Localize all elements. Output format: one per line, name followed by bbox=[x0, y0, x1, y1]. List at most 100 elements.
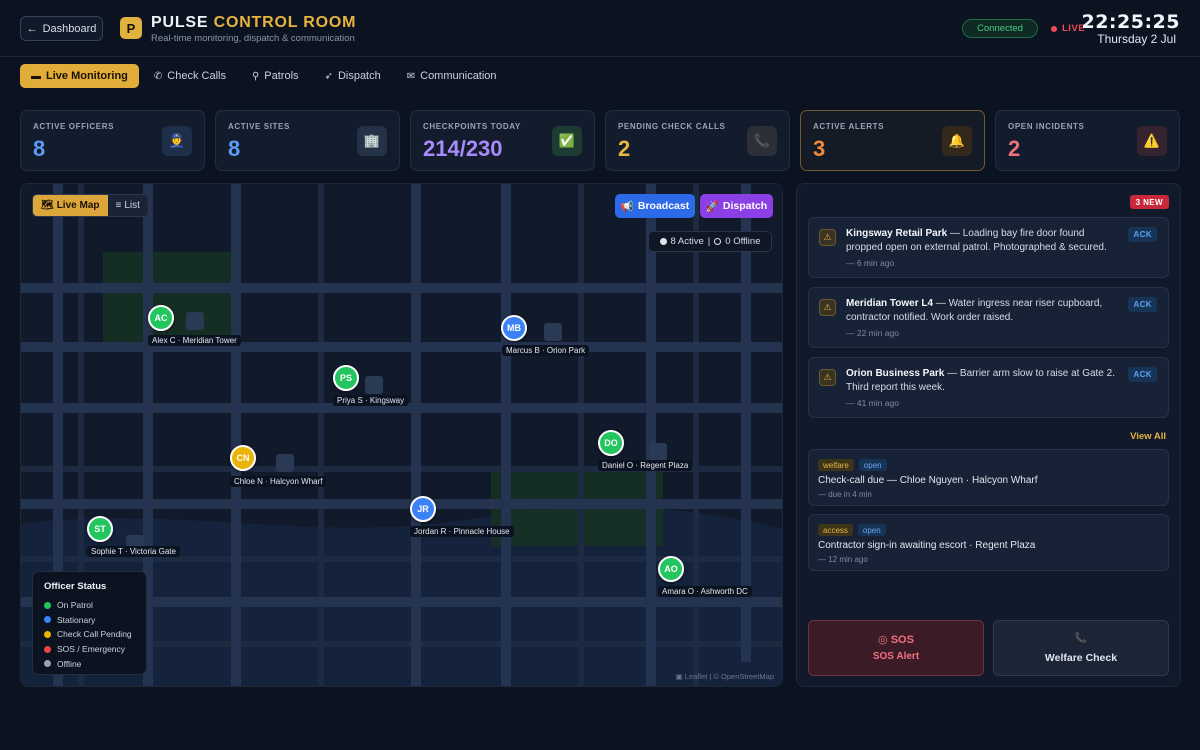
warning-icon: ⚠ bbox=[819, 369, 836, 386]
warning-icon: ⚠ bbox=[819, 299, 836, 316]
tab-patrols[interactable]: ⚲ Patrols bbox=[241, 64, 310, 88]
live-map-view-button[interactable]: 🗺 Live Map bbox=[33, 195, 108, 216]
map-attribution[interactable]: ▣ Leaflet | © OpenStreetMap bbox=[676, 672, 774, 681]
page-title: PULSE CONTROL ROOM bbox=[151, 14, 357, 31]
sos-alert-button[interactable]: ◎ SOS SOS Alert bbox=[808, 620, 984, 676]
officer-label: Daniel O · Regent Plaza bbox=[598, 460, 693, 471]
legend-item: Check Call Pending bbox=[44, 627, 135, 642]
status-tag: open bbox=[857, 524, 886, 536]
list-icon: ≡ bbox=[115, 200, 122, 211]
status-tag: open bbox=[858, 459, 887, 471]
live-indicator: LIVE bbox=[1051, 23, 1085, 34]
officer-marker-ps[interactable]: PS bbox=[333, 365, 359, 391]
monitor-icon: ▬ bbox=[31, 70, 41, 82]
main-tabs: ▬ Live Monitoring ✆ Check Calls ⚲ Patrol… bbox=[20, 64, 512, 88]
stat-active-sites[interactable]: ACTIVE SITES 8 🏢 bbox=[215, 110, 400, 171]
chat-icon: ✉ bbox=[406, 70, 416, 82]
officer-marker-ac[interactable]: AC bbox=[148, 305, 174, 331]
alerts-panel: 3 NEW ⚠ Kingsway Retail Park — Loading b… bbox=[796, 183, 1181, 687]
list-view-button[interactable]: ≡ List bbox=[108, 195, 148, 216]
officer-label: Marcus B · Orion Park bbox=[502, 345, 590, 356]
officer-marker-mb[interactable]: MB bbox=[501, 315, 527, 341]
filled-dot-icon bbox=[659, 238, 667, 245]
officer-marker-st[interactable]: ST bbox=[87, 516, 113, 542]
broadcast-button[interactable]: 📢 Broadcast bbox=[615, 194, 695, 218]
officer-label: Priya S · Kingsway bbox=[333, 395, 409, 406]
walking-icon: ⚲ bbox=[251, 70, 260, 82]
legend-item: SOS / Emergency bbox=[44, 642, 135, 657]
tab-live-monitoring[interactable]: ▬ Live Monitoring bbox=[20, 64, 139, 88]
category-tag: access bbox=[818, 524, 853, 536]
back-to-dashboard-button[interactable]: ← Dashboard bbox=[20, 16, 103, 41]
officer-label: Amara O · Ashworth DC bbox=[658, 586, 752, 597]
rocket-icon: ➶ bbox=[324, 70, 333, 82]
site-marker[interactable] bbox=[276, 454, 294, 472]
officer-marker-jr[interactable]: JR bbox=[410, 496, 436, 522]
tab-communication[interactable]: ✉ Communication bbox=[396, 64, 508, 88]
map-icon: 🗺 bbox=[41, 200, 54, 211]
clock-time: 22:25:25 bbox=[1081, 11, 1180, 33]
officer-marker-cn[interactable]: CN bbox=[230, 445, 256, 471]
page-subtitle: Real-time monitoring, dispatch & communi… bbox=[151, 33, 355, 44]
officer-marker-do[interactable]: DO bbox=[598, 430, 624, 456]
tab-check-calls[interactable]: ✆ Check Calls bbox=[143, 64, 237, 88]
stat-open-incidents[interactable]: OPEN INCIDENTS 2 ⚠️ bbox=[995, 110, 1180, 171]
back-label: Dashboard bbox=[42, 22, 97, 35]
stat-active-alerts[interactable]: ACTIVE ALERTS 3 🔔 bbox=[800, 110, 985, 171]
phone-icon: ✆ bbox=[153, 70, 163, 82]
officer-label: Chloe N · Halcyon Wharf bbox=[230, 476, 327, 487]
officer-status-legend: Officer Status On Patrol Stationary Chec… bbox=[32, 571, 147, 675]
building-icon: 🏢 bbox=[357, 126, 387, 156]
ack-button[interactable]: ACK bbox=[1128, 227, 1157, 242]
live-map[interactable]: AC Alex C · Meridian Tower MB Marcus B ·… bbox=[20, 183, 783, 687]
phone-icon: 📞 bbox=[1074, 633, 1088, 644]
stat-active-officers[interactable]: ACTIVE OFFICERS 8 👮 bbox=[20, 110, 205, 171]
site-marker[interactable] bbox=[186, 312, 204, 330]
site-marker[interactable] bbox=[365, 376, 383, 394]
ack-button[interactable]: ACK bbox=[1128, 297, 1157, 312]
officer-count-pill: 8 Active | 0 Offline bbox=[648, 231, 772, 252]
dispatch-button[interactable]: 🚀 Dispatch bbox=[700, 194, 773, 218]
officer-icon: 👮 bbox=[162, 126, 192, 156]
checkmark-icon: ✅ bbox=[552, 126, 582, 156]
live-dot-icon bbox=[1051, 25, 1057, 32]
leaflet-icon: ▣ bbox=[675, 672, 683, 681]
category-tag: welfare bbox=[818, 459, 854, 471]
officer-label: Sophie T · Victoria Gate bbox=[87, 546, 180, 557]
stat-pending-check-calls[interactable]: PENDING CHECK CALLS 2 📞 bbox=[605, 110, 790, 171]
status-dot-icon bbox=[44, 616, 51, 624]
phone-icon: 📞 bbox=[747, 126, 777, 156]
status-dot-icon bbox=[44, 630, 51, 638]
status-dot-icon bbox=[44, 645, 51, 653]
site-marker[interactable] bbox=[544, 323, 562, 341]
site-marker[interactable] bbox=[649, 443, 667, 461]
task-card[interactable]: access open Contractor sign-in awaiting … bbox=[808, 514, 1169, 571]
status-dot-icon bbox=[44, 601, 51, 609]
legend-item: Stationary bbox=[44, 613, 135, 628]
new-alerts-badge: 3 NEW bbox=[1129, 195, 1169, 209]
clock-date: Thursday 2 Jul bbox=[1097, 32, 1176, 46]
connection-status-badge: Connected bbox=[962, 19, 1038, 38]
warning-icon: ⚠ bbox=[819, 229, 836, 246]
officer-label: Jordan R · Pinnacle House bbox=[410, 526, 514, 537]
legend-item: Offline bbox=[44, 656, 135, 671]
arrow-left-icon: ← bbox=[26, 22, 38, 35]
legend-item: On Patrol bbox=[44, 598, 135, 613]
view-all-link[interactable]: View All bbox=[1130, 431, 1166, 442]
alert-card[interactable]: ⚠ Kingsway Retail Park — Loading bay fir… bbox=[808, 217, 1169, 278]
stat-checkpoints-today[interactable]: CHECKPOINTS TODAY 214/230 ✅ bbox=[410, 110, 595, 171]
welfare-check-button[interactable]: 📞 Welfare Check bbox=[993, 620, 1169, 676]
sos-icon: ◎ bbox=[878, 634, 888, 646]
logo: P bbox=[120, 17, 142, 39]
alert-card[interactable]: ⚠ Orion Business Park — Barrier arm slow… bbox=[808, 357, 1169, 418]
alert-card[interactable]: ⚠ Meridian Tower L4 — Water ingress near… bbox=[808, 287, 1169, 348]
tab-dispatch[interactable]: ➶ Dispatch bbox=[314, 64, 392, 88]
task-card[interactable]: welfare open Check-call due — Chloe Nguy… bbox=[808, 449, 1169, 506]
header: ← Dashboard P PULSE CONTROL ROOM Real-ti… bbox=[0, 0, 1200, 57]
hollow-dot-icon bbox=[714, 238, 722, 245]
ack-button[interactable]: ACK bbox=[1128, 367, 1157, 382]
officer-label: Alex C · Meridian Tower bbox=[148, 335, 241, 346]
megaphone-icon: 📢 bbox=[620, 200, 634, 213]
officer-marker-ao[interactable]: AO bbox=[658, 556, 684, 582]
bell-icon: 🔔 bbox=[942, 126, 972, 156]
